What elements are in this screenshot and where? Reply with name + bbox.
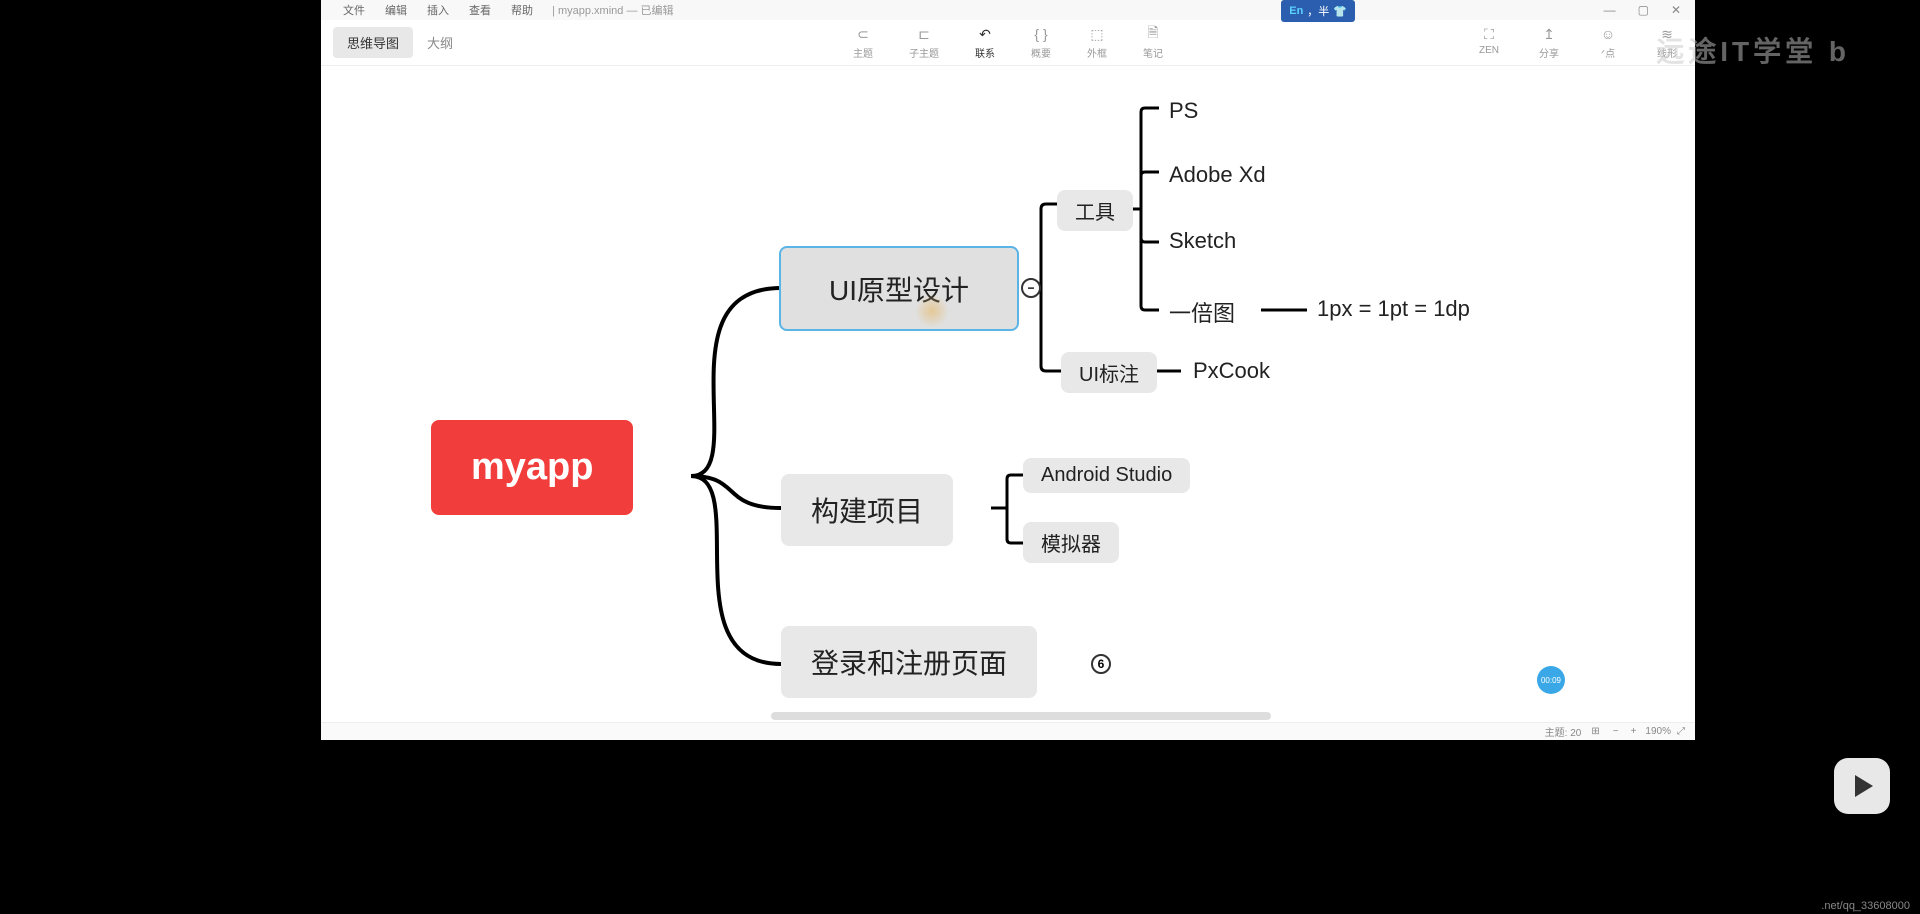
node-build[interactable]: 构建项目 — [781, 474, 953, 546]
node-sketch[interactable]: Sketch — [1159, 224, 1246, 258]
watermark: 远途IT学堂 b — [1656, 30, 1850, 70]
tool-boundary[interactable]: ⬚外框 — [1079, 23, 1115, 62]
collapse-login[interactable]: 6 — [1091, 654, 1111, 674]
timer-badge: 00:09 — [1537, 666, 1565, 694]
doc-filename: | myapp.xmind — 已编辑 — [543, 2, 674, 18]
zoom-level: 190% — [1645, 726, 1671, 737]
tool-notes[interactable]: 🗎笔记 — [1135, 23, 1171, 62]
node-emulator[interactable]: 模拟器 — [1023, 522, 1119, 563]
view-tabs: 思维导图 大纲 ⊂主题 ⊏子主题 ↶联系 { }概要 ⬚外框 🗎笔记 ⛶ZEN … — [321, 20, 1695, 66]
horizontal-scrollbar[interactable] — [321, 712, 1695, 722]
play-button[interactable] — [1834, 758, 1890, 814]
statusbar: 主题: 20 ⊞ − + 190% ⤢ — [321, 722, 1695, 740]
tab-outline[interactable]: 大纲 — [413, 27, 467, 58]
notes-icon: 🗎 — [1144, 25, 1162, 43]
maximize-icon[interactable]: ▢ — [1638, 3, 1649, 17]
zoom-in-button[interactable]: + — [1628, 726, 1640, 737]
menu-view[interactable]: 查看 — [459, 2, 501, 18]
relationship-icon: ↶ — [976, 25, 994, 43]
tool-topic[interactable]: ⊂主题 — [845, 23, 881, 62]
close-icon[interactable]: ✕ — [1671, 3, 1681, 17]
node-1x[interactable]: 一倍图 — [1159, 292, 1245, 332]
tool-style[interactable]: ☺ᐟ点 — [1591, 23, 1625, 62]
zoom-out-button[interactable]: − — [1610, 726, 1622, 737]
menu-file[interactable]: 文件 — [333, 2, 375, 18]
node-adobexd[interactable]: Adobe Xd — [1159, 158, 1276, 192]
mindmap-canvas[interactable]: myapp UI原型设计 − 工具 PS Adobe Xd Sketch 一倍图… — [321, 66, 1695, 722]
footer-url: .net/qq_33608000 — [1821, 900, 1910, 912]
node-1px[interactable]: 1px = 1pt = 1dp — [1307, 292, 1480, 326]
minimize-icon[interactable]: — — [1604, 3, 1616, 17]
topic-count: 主题: 20 — [1545, 724, 1582, 739]
summary-icon: { } — [1032, 25, 1050, 43]
topic-icon: ⊂ — [854, 25, 872, 43]
node-pxcook[interactable]: PxCook — [1183, 354, 1280, 388]
tool-subtopic[interactable]: ⊏子主题 — [901, 23, 947, 62]
collapse-ui-prototype[interactable]: − — [1021, 278, 1041, 298]
tool-relationship[interactable]: ↶联系 — [967, 23, 1003, 62]
zen-icon: ⛶ — [1480, 25, 1498, 43]
tool-summary[interactable]: { }概要 — [1023, 23, 1059, 62]
node-ui-annotation[interactable]: UI标注 — [1061, 352, 1157, 393]
share-icon: ↥ — [1540, 25, 1558, 43]
node-tools[interactable]: 工具 — [1057, 190, 1133, 231]
scrollbar-thumb[interactable] — [771, 712, 1271, 720]
style-icon: ☺ — [1599, 25, 1617, 43]
map-icon[interactable]: ⊞ — [1591, 726, 1599, 737]
node-ps[interactable]: PS — [1159, 94, 1208, 128]
menubar: 文件 编辑 插入 查看 帮助 | myapp.xmind — 已编辑 — ▢ ✕ — [321, 0, 1695, 20]
ime-indicator: En ，半 👕 — [1281, 0, 1355, 22]
boundary-icon: ⬚ — [1088, 25, 1106, 43]
tool-zen[interactable]: ⛶ZEN — [1471, 23, 1507, 62]
tab-mindmap[interactable]: 思维导图 — [333, 27, 413, 58]
expand-icon[interactable]: ⤢ — [1677, 726, 1685, 737]
node-root[interactable]: myapp — [431, 420, 633, 515]
tool-share[interactable]: ↥分享 — [1531, 23, 1567, 62]
subtopic-icon: ⊏ — [915, 25, 933, 43]
node-login[interactable]: 登录和注册页面 — [781, 626, 1037, 698]
menu-insert[interactable]: 插入 — [417, 2, 459, 18]
menu-help[interactable]: 帮助 — [501, 2, 543, 18]
node-ui-prototype[interactable]: UI原型设计 — [779, 246, 1019, 331]
node-android-studio[interactable]: Android Studio — [1023, 458, 1190, 493]
menu-edit[interactable]: 编辑 — [375, 2, 417, 18]
xmind-window: 文件 编辑 插入 查看 帮助 | myapp.xmind — 已编辑 — ▢ ✕… — [321, 0, 1695, 740]
play-icon — [1855, 775, 1873, 797]
